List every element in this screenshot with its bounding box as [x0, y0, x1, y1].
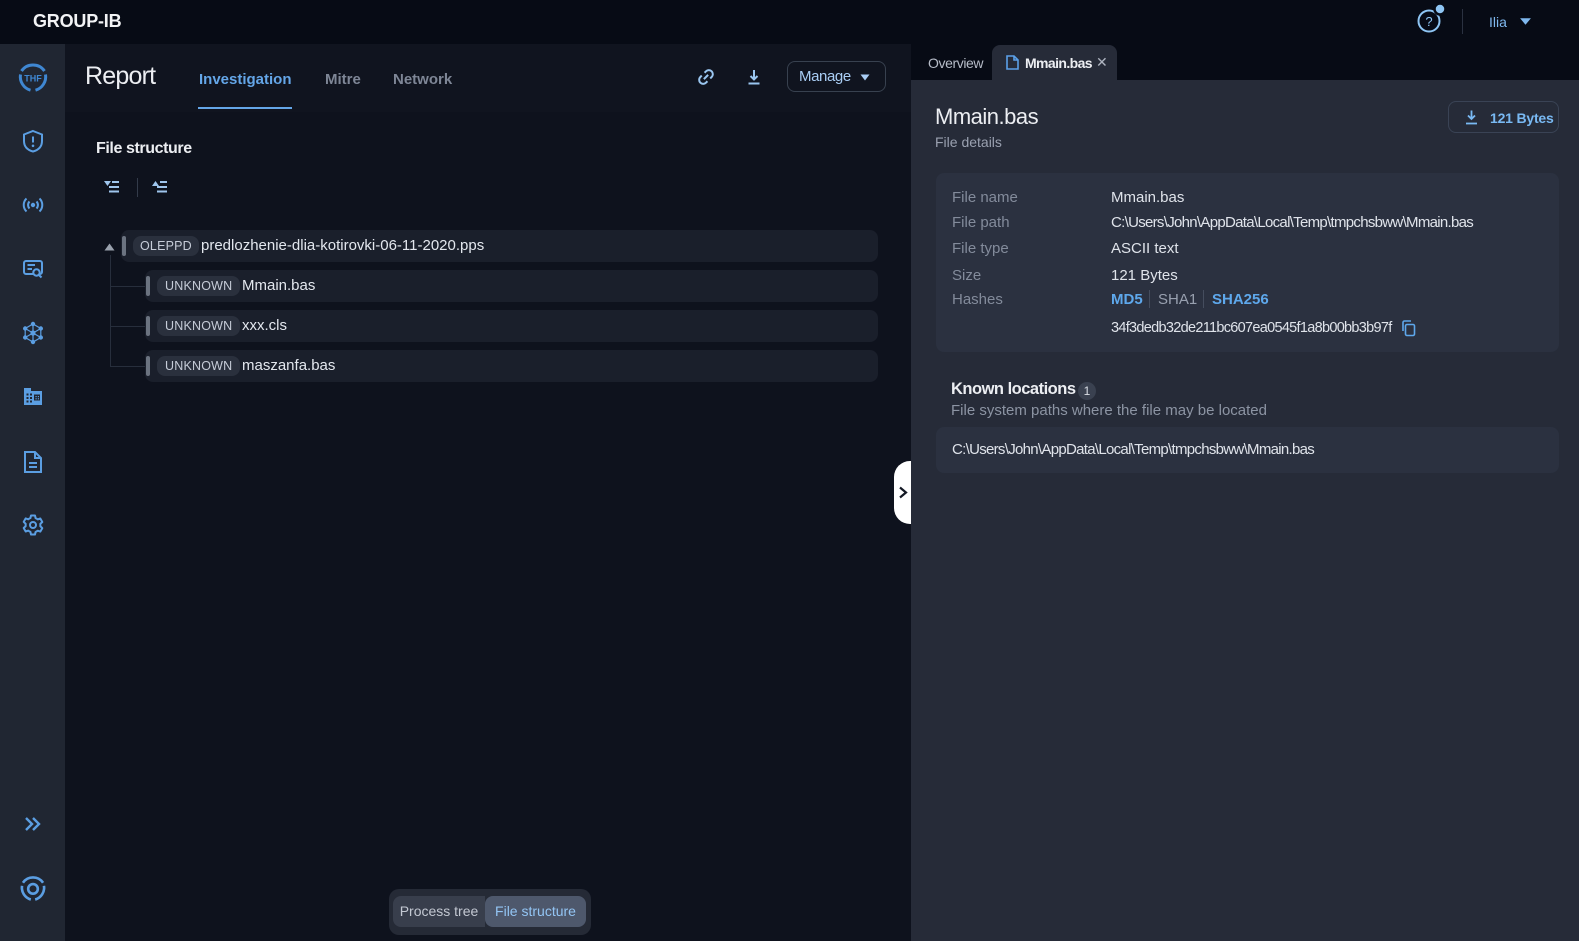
svg-text:THF: THF — [24, 74, 42, 84]
svg-text:?: ? — [1425, 14, 1432, 29]
